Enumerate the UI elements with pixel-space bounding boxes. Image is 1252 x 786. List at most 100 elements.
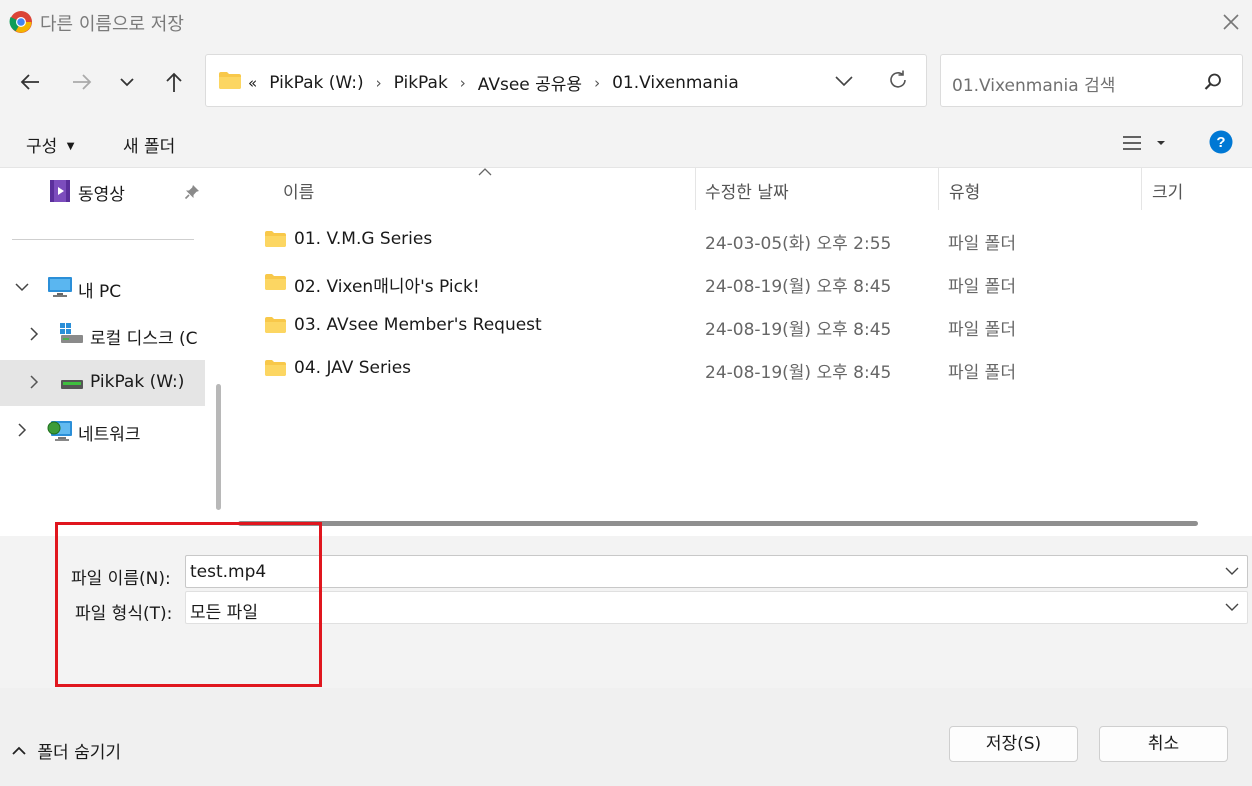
sidebar-item-network[interactable]: 네트워크 bbox=[0, 408, 205, 454]
cancel-button[interactable]: 취소 bbox=[1099, 726, 1228, 762]
file-date: 24-08-19(월) 오후 8:45 bbox=[705, 277, 892, 297]
file-date: 24-08-19(월) 오후 8:45 bbox=[705, 363, 892, 383]
chevron-right-icon[interactable]: › bbox=[460, 74, 466, 92]
folder-icon bbox=[264, 273, 287, 291]
search-icon bbox=[1203, 72, 1223, 92]
column-header-date[interactable]: 수정한 날짜 bbox=[705, 178, 789, 203]
sidebar-item-label: 네트워크 bbox=[78, 425, 141, 445]
window-title: 다른 이름으로 저장 bbox=[40, 14, 184, 35]
up-button[interactable] bbox=[157, 65, 191, 99]
network-drive-icon bbox=[60, 378, 84, 392]
file-name: 03. AVsee Member's Request bbox=[294, 315, 542, 335]
forward-button[interactable] bbox=[65, 65, 99, 99]
breadcrumb-item[interactable]: AVsee 공유용 bbox=[478, 70, 582, 95]
pin-icon[interactable] bbox=[184, 184, 200, 200]
file-name: 02. Vixen매니아's Pick! bbox=[294, 277, 480, 297]
address-history-button[interactable] bbox=[833, 71, 855, 91]
folder-icon bbox=[264, 230, 287, 248]
chevron-down-icon[interactable] bbox=[1225, 602, 1239, 612]
new-folder-button[interactable]: 새 폴더 bbox=[123, 132, 175, 157]
column-header-type[interactable]: 유형 bbox=[949, 178, 980, 203]
view-options-button[interactable] bbox=[1122, 134, 1170, 154]
save-button[interactable]: 저장(S) bbox=[949, 726, 1078, 762]
close-icon bbox=[1223, 14, 1239, 30]
chevron-right-icon[interactable]: › bbox=[376, 74, 382, 92]
arrow-left-icon bbox=[20, 74, 39, 90]
sidebar-item-label: 내 PC bbox=[78, 282, 122, 302]
arrow-up-icon bbox=[166, 72, 182, 92]
column-separator[interactable] bbox=[695, 168, 696, 210]
back-button[interactable] bbox=[13, 65, 47, 99]
breadcrumb-item[interactable]: PikPak (W:) bbox=[269, 73, 363, 93]
file-type: 파일 폴더 bbox=[948, 363, 1016, 383]
chevron-down-icon bbox=[120, 78, 134, 87]
sidebar-item-this-pc[interactable]: 내 PC bbox=[0, 265, 205, 311]
column-separator[interactable] bbox=[938, 168, 939, 210]
chevron-right-icon[interactable] bbox=[14, 422, 30, 438]
breadcrumb-overflow[interactable]: « bbox=[248, 74, 257, 92]
column-header-size[interactable]: 크기 bbox=[1152, 178, 1183, 203]
recent-locations-button[interactable] bbox=[110, 65, 144, 99]
file-list: 이름 수정한 날짜 유형 크기 01. V.M.G Series 24-03-0… bbox=[236, 168, 1252, 536]
chevron-right-icon[interactable] bbox=[26, 326, 42, 342]
help-icon: ? bbox=[1209, 130, 1233, 154]
address-bar[interactable]: « PikPak (W:) › PikPak › AVsee 공유용 › 01.… bbox=[205, 54, 927, 107]
title-bar: 다른 이름으로 저장 bbox=[0, 0, 1252, 44]
highlight-box bbox=[55, 522, 322, 687]
file-row[interactable]: 04. JAV Series 24-08-19(월) 오후 8:45 파일 폴더 bbox=[260, 347, 1240, 389]
sort-ascending-icon bbox=[478, 168, 492, 176]
sidebar-item-label: PikPak (W:) bbox=[90, 372, 185, 392]
sidebar-item-videos[interactable]: 동영상 bbox=[0, 168, 205, 214]
caret-down-icon: ▼ bbox=[66, 141, 75, 152]
close-button[interactable] bbox=[1218, 9, 1244, 35]
folder-icon bbox=[264, 359, 287, 377]
breadcrumb-item[interactable]: 01.Vixenmania bbox=[612, 73, 739, 93]
hide-folders-button[interactable]: 폴더 숨기기 bbox=[12, 738, 121, 763]
chevron-down-icon[interactable] bbox=[14, 279, 30, 295]
sidebar-divider bbox=[12, 239, 194, 240]
column-header-name[interactable]: 이름 bbox=[283, 178, 314, 203]
navigation-pane: 동영상 내 PC 로컬 디스크 (C PikPak (W:) 네트워크 bbox=[0, 168, 212, 536]
arrow-right-icon bbox=[73, 74, 92, 90]
filetype-select[interactable]: 모든 파일 bbox=[185, 591, 1248, 624]
scrollbar-thumb[interactable] bbox=[216, 384, 221, 510]
file-row[interactable]: 03. AVsee Member's Request 24-08-19(월) 오… bbox=[260, 304, 1240, 346]
hide-folders-label: 폴더 숨기기 bbox=[37, 743, 122, 763]
sidebar-item-local-disk[interactable]: 로컬 디스크 (C bbox=[0, 312, 205, 358]
chevron-right-icon[interactable]: › bbox=[594, 74, 600, 92]
search-input[interactable]: 01.Vixenmania 검색 bbox=[952, 71, 1115, 96]
chrome-icon bbox=[9, 10, 33, 34]
folder-icon bbox=[264, 316, 287, 334]
sidebar-item-pikpak[interactable]: PikPak (W:) bbox=[0, 360, 205, 406]
file-type: 파일 폴더 bbox=[948, 234, 1016, 254]
command-bar: 구성 ▼ 새 폴더 ? bbox=[0, 120, 1252, 168]
file-row[interactable]: 01. V.M.G Series 24-03-05(화) 오후 2:55 파일 … bbox=[260, 218, 1240, 260]
organize-button[interactable]: 구성 ▼ bbox=[26, 132, 74, 157]
help-button[interactable]: ? bbox=[1209, 130, 1233, 154]
column-separator[interactable] bbox=[1141, 168, 1142, 210]
search-box[interactable]: 01.Vixenmania 검색 bbox=[940, 54, 1243, 107]
svg-text:?: ? bbox=[1216, 134, 1225, 151]
chevron-down-icon[interactable] bbox=[1225, 566, 1239, 576]
network-icon bbox=[47, 419, 73, 443]
file-row[interactable]: 02. Vixen매니아's Pick! 24-08-19(월) 오후 8:45… bbox=[260, 261, 1240, 303]
refresh-icon bbox=[890, 70, 906, 88]
horizontal-scrollbar[interactable] bbox=[238, 521, 1198, 526]
breadcrumb: « PikPak (W:) › PikPak › AVsee 공유용 › 01.… bbox=[248, 70, 739, 96]
file-name: 01. V.M.G Series bbox=[294, 229, 433, 249]
organize-label: 구성 bbox=[26, 137, 58, 157]
navigation-row: « PikPak (W:) › PikPak › AVsee 공유용 › 01.… bbox=[0, 44, 1252, 120]
file-date: 24-03-05(화) 오후 2:55 bbox=[705, 234, 892, 254]
chevron-up-icon bbox=[12, 746, 26, 755]
filename-combobox[interactable]: test.mp4 bbox=[185, 555, 1248, 588]
video-icon bbox=[49, 179, 71, 203]
sidebar-item-label: 동영상 bbox=[78, 185, 125, 205]
file-type: 파일 폴더 bbox=[948, 320, 1016, 340]
breadcrumb-item[interactable]: PikPak bbox=[394, 73, 448, 93]
chevron-right-icon[interactable] bbox=[26, 374, 42, 390]
computer-icon bbox=[47, 276, 73, 298]
refresh-button[interactable] bbox=[886, 68, 910, 92]
navigation-scrollbar[interactable] bbox=[212, 168, 236, 536]
windows-drive-icon bbox=[59, 322, 83, 346]
file-type: 파일 폴더 bbox=[948, 277, 1016, 297]
